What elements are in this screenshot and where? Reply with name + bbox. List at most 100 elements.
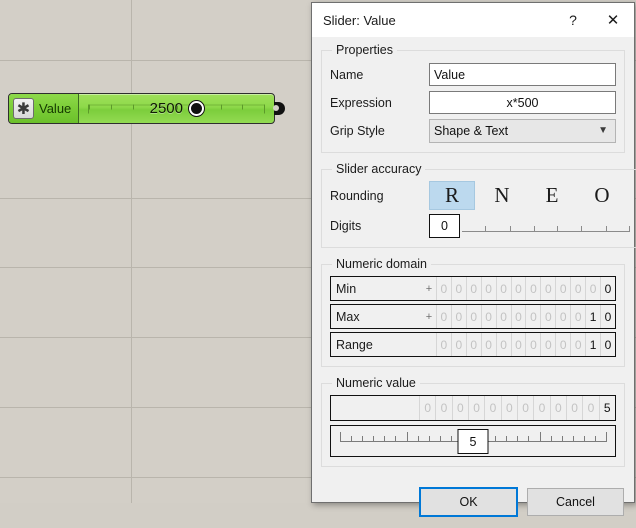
expression-input[interactable]: x*500: [429, 91, 616, 114]
numeric-value-digit-cell[interactable]: 0: [435, 396, 451, 420]
domain-digit-cell[interactable]: 0: [555, 305, 570, 328]
domain-digit-cell[interactable]: 0: [480, 277, 496, 300]
rounding-option-e[interactable]: E: [529, 181, 575, 210]
numeric-value-digit-cell[interactable]: 0: [484, 396, 500, 420]
number-slider-component[interactable]: ✱ Value 2500: [8, 93, 286, 124]
domain-digit-cell[interactable]: 0: [540, 333, 555, 356]
properties-group: Properties Name Value Expression x*500 G…: [321, 43, 625, 153]
domain-digit-cells: +0 0 0 0 0 0 0 0 0 0 1 0: [422, 305, 615, 328]
domain-digit-cell[interactable]: 0: [600, 305, 615, 328]
domain-digit-cell[interactable]: 0: [480, 305, 496, 328]
digits-slider[interactable]: [462, 220, 630, 232]
digits-value-box[interactable]: 0: [429, 213, 460, 238]
numeric-domain-group: Numeric domain Min +0 0 0 0 0 0 0 0 0 0 0 0 Max +0 0 0 0 0…: [321, 257, 625, 367]
domain-digit-cells: +0 0 0 0 0 0 0 0 0 0 0 0: [422, 277, 615, 300]
expression-label: Expression: [330, 95, 392, 110]
domain-row-label: Max: [336, 309, 360, 324]
name-row: Name Value: [330, 62, 616, 87]
grip-style-label: Grip Style: [330, 123, 385, 138]
slider-value-display[interactable]: 2500: [150, 100, 204, 117]
numeric-value-digit-cell[interactable]: 0: [451, 396, 468, 420]
chevron-down-icon: ▼: [598, 125, 608, 136]
domain-digit-cell[interactable]: 0: [435, 305, 451, 328]
domain-digit-cell[interactable]: 0: [525, 333, 540, 356]
domain-digit-cell[interactable]: 0: [540, 305, 555, 328]
domain-digit-cell[interactable]: 0: [540, 277, 555, 300]
expression-row: Expression x*500: [330, 90, 616, 115]
domain-digit-cell[interactable]: 0: [435, 277, 451, 300]
grip-style-value: Shape & Text: [434, 123, 509, 138]
numeric-value-digit-cell[interactable]: 0: [565, 396, 582, 420]
domain-digit-cell[interactable]: 0: [465, 333, 481, 356]
rounding-option-n[interactable]: N: [479, 181, 525, 210]
numeric-value-digit-cell[interactable]: 0: [582, 396, 598, 420]
properties-legend: Properties: [336, 43, 393, 57]
ok-button[interactable]: OK: [419, 487, 518, 517]
numeric-value-digit-cell[interactable]: 0: [516, 396, 533, 420]
slider-track[interactable]: 2500: [79, 94, 274, 123]
numeric-value-digit-cell[interactable]: 0: [533, 396, 549, 420]
domain-digit-cell[interactable]: 0: [450, 333, 466, 356]
domain-digit-cell[interactable]: 0: [495, 333, 511, 356]
domain-digit-cell[interactable]: 0: [570, 333, 585, 356]
domain-digit-cell[interactable]: 0: [525, 277, 540, 300]
numeric-value-slider[interactable]: 5: [330, 425, 616, 457]
domain-digit-cell[interactable]: 1: [585, 333, 600, 356]
domain-digit-cell[interactable]: 0: [525, 305, 540, 328]
numeric-value-digits[interactable]: 000000000005: [330, 395, 616, 421]
close-icon[interactable]: ✕: [592, 4, 634, 36]
numeric-value-digit-cell[interactable]: 0: [467, 396, 484, 420]
rounding-row: Rounding R N E O: [330, 181, 629, 210]
rounding-label: Rounding: [330, 188, 384, 203]
help-button[interactable]: ?: [554, 4, 592, 36]
domain-digit-cell[interactable]: 0: [495, 277, 511, 300]
domain-row[interactable]: Max +0 0 0 0 0 0 0 0 0 0 1 0: [330, 304, 616, 329]
domain-digit-cell[interactable]: 0: [555, 277, 570, 300]
domain-digit-cell[interactable]: 0: [510, 333, 526, 356]
domain-sign-cell[interactable]: +: [422, 305, 436, 328]
numeric-domain-legend: Numeric domain: [336, 257, 428, 271]
output-connector-nub[interactable]: [273, 102, 286, 115]
numeric-value-digit-cell[interactable]: 0: [500, 396, 517, 420]
numeric-value-cells: 000000000005: [419, 396, 615, 420]
domain-digit-cell[interactable]: 0: [435, 333, 451, 356]
domain-digit-cell[interactable]: 0: [450, 277, 466, 300]
domain-digit-cell[interactable]: 0: [570, 277, 585, 300]
cancel-button[interactable]: Cancel: [527, 488, 624, 516]
domain-digit-cell[interactable]: 0: [585, 277, 600, 300]
name-input[interactable]: Value: [429, 63, 616, 86]
domain-digit-cell[interactable]: 0: [510, 277, 526, 300]
numeric-value-digit-cell[interactable]: 5: [598, 396, 615, 420]
domain-sign-cell[interactable]: [422, 333, 436, 356]
rounding-option-r[interactable]: R: [429, 181, 475, 210]
domain-digit-cell[interactable]: 0: [495, 305, 511, 328]
domain-digit-cell[interactable]: 0: [555, 333, 570, 356]
domain-digit-cell[interactable]: 0: [480, 333, 496, 356]
slider-name-zone[interactable]: ✱ Value: [9, 94, 80, 123]
slider-capsule[interactable]: ✱ Value 2500: [8, 93, 276, 124]
grip-style-select[interactable]: Shape & Text ▼: [429, 118, 616, 143]
domain-digit-cell[interactable]: 0: [570, 305, 585, 328]
domain-rows: Min +0 0 0 0 0 0 0 0 0 0 0 0 Max +0 0 0 0 0 0 0 0 0 0 1 0 Range 0 0 0…: [330, 276, 616, 357]
grip-style-row: Grip Style Shape & Text ▼: [330, 118, 616, 143]
domain-digit-cell[interactable]: 0: [450, 305, 466, 328]
slider-grip-handle[interactable]: [188, 101, 204, 116]
numeric-value-digit-cell[interactable]: 0: [549, 396, 566, 420]
domain-digit-cell[interactable]: 0: [600, 333, 615, 356]
domain-row[interactable]: Range 0 0 0 0 0 0 0 0 0 0 1 0: [330, 332, 616, 357]
domain-digit-cell[interactable]: 1: [585, 305, 600, 328]
domain-digit-cell[interactable]: 0: [465, 277, 481, 300]
domain-digit-cell[interactable]: 0: [600, 277, 615, 300]
numeric-value-digit-cell[interactable]: 0: [419, 396, 435, 420]
digits-label: Digits: [330, 218, 362, 233]
dialog-titlebar[interactable]: Slider: Value ? ✕: [312, 3, 634, 37]
domain-row-label: Range: [336, 337, 373, 352]
domain-digit-cell[interactable]: 0: [510, 305, 526, 328]
domain-row[interactable]: Min +0 0 0 0 0 0 0 0 0 0 0 0: [330, 276, 616, 301]
rounding-option-o[interactable]: O: [579, 181, 625, 210]
asterisk-icon: ✱: [13, 98, 34, 119]
numeric-value-slider-grip[interactable]: 5: [457, 429, 489, 454]
rounding-options: R N E O: [429, 181, 629, 210]
domain-digit-cell[interactable]: 0: [465, 305, 481, 328]
domain-sign-cell[interactable]: +: [422, 277, 436, 300]
